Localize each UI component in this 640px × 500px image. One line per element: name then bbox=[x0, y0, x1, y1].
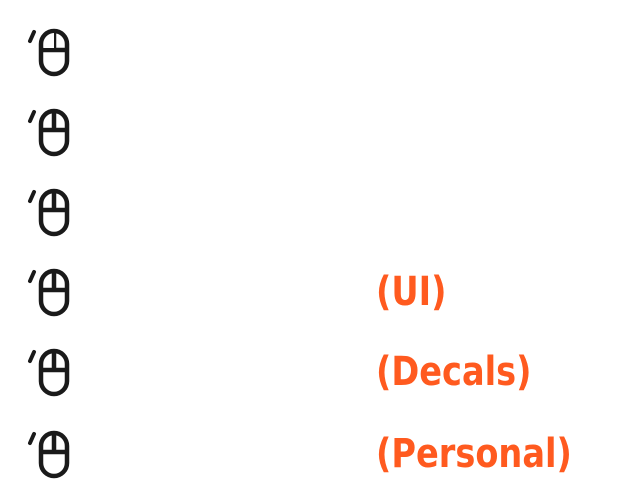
control-row: (Decals) bbox=[0, 342, 640, 402]
mouse-left-click-icon bbox=[24, 108, 76, 158]
mouse-left-click-icon bbox=[24, 268, 76, 318]
control-row bbox=[0, 22, 640, 82]
mouse-left-click-icon bbox=[24, 188, 76, 238]
row-label-ui: (UI) bbox=[376, 269, 447, 315]
row-label-decals: (Decals) bbox=[376, 349, 532, 395]
control-row: (UI) bbox=[0, 262, 640, 322]
mouse-left-click-icon bbox=[24, 28, 76, 78]
control-row bbox=[0, 102, 640, 162]
mouse-left-click-icon bbox=[24, 348, 76, 398]
row-label-personal: (Personal) bbox=[376, 431, 572, 477]
control-row bbox=[0, 182, 640, 242]
control-row: (Personal) bbox=[0, 424, 640, 484]
mouse-left-click-icon bbox=[24, 430, 76, 480]
